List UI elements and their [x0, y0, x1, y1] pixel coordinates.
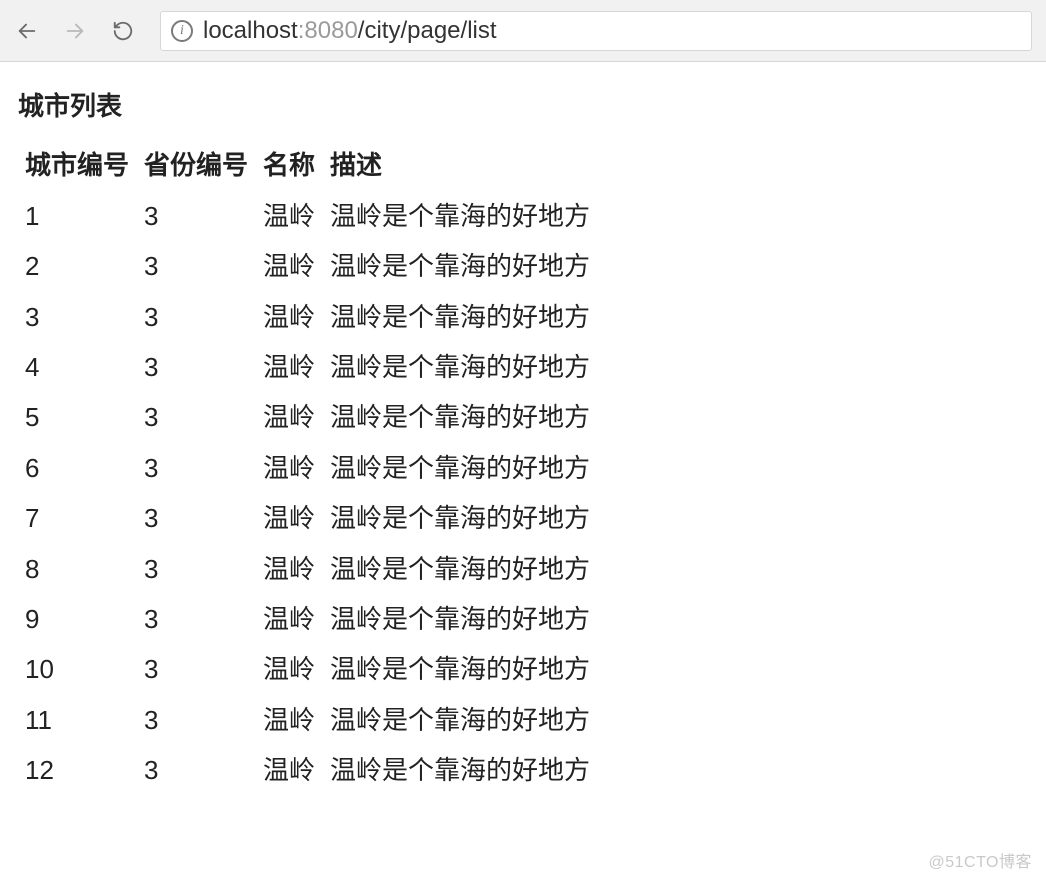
url-path: /city/page/list	[358, 17, 497, 44]
cell-province_id: 3	[143, 650, 256, 688]
cell-province_id: 3	[143, 751, 256, 789]
cell-city_id: 11	[24, 701, 137, 739]
cell-description: 温岭是个靠海的好地方	[329, 298, 598, 336]
table-row: 103温岭温岭是个靠海的好地方	[24, 650, 598, 688]
col-description: 描述	[329, 146, 598, 184]
table-row: 93温岭温岭是个靠海的好地方	[24, 600, 598, 638]
cell-name: 温岭	[262, 550, 323, 588]
info-glyph: i	[180, 23, 184, 39]
table-row: 63温岭温岭是个靠海的好地方	[24, 449, 598, 487]
table-row: 43温岭温岭是个靠海的好地方	[24, 348, 598, 386]
table-row: 13温岭温岭是个靠海的好地方	[24, 197, 598, 235]
col-name: 名称	[262, 146, 323, 184]
cell-description: 温岭是个靠海的好地方	[329, 650, 598, 688]
table-row: 53温岭温岭是个靠海的好地方	[24, 398, 598, 436]
arrow-right-icon	[64, 20, 86, 42]
cell-description: 温岭是个靠海的好地方	[329, 499, 598, 537]
watermark: @51CTO博客	[928, 848, 1032, 872]
cell-city_id: 1	[24, 197, 137, 235]
cell-name: 温岭	[262, 701, 323, 739]
url-host: localhost	[203, 17, 298, 44]
cell-description: 温岭是个靠海的好地方	[329, 398, 598, 436]
nav-buttons	[14, 18, 136, 44]
cell-name: 温岭	[262, 751, 323, 789]
cell-name: 温岭	[262, 398, 323, 436]
cell-name: 温岭	[262, 348, 323, 386]
site-info-icon[interactable]: i	[171, 20, 193, 42]
cell-name: 温岭	[262, 247, 323, 285]
table-row: 33温岭温岭是个靠海的好地方	[24, 298, 598, 336]
page-title: 城市列表	[18, 88, 1028, 124]
col-city-id: 城市编号	[24, 146, 137, 184]
reload-button[interactable]	[110, 18, 136, 44]
cell-description: 温岭是个靠海的好地方	[329, 550, 598, 588]
cell-description: 温岭是个靠海的好地方	[329, 449, 598, 487]
cell-province_id: 3	[143, 247, 256, 285]
cell-description: 温岭是个靠海的好地方	[329, 348, 598, 386]
cell-name: 温岭	[262, 197, 323, 235]
cell-name: 温岭	[262, 298, 323, 336]
url-text: localhost:8080/city/page/list	[203, 17, 497, 45]
cell-city_id: 3	[24, 298, 137, 336]
table-row: 83温岭温岭是个靠海的好地方	[24, 550, 598, 588]
cell-city_id: 2	[24, 247, 137, 285]
table-row: 113温岭温岭是个靠海的好地方	[24, 701, 598, 739]
cell-city_id: 6	[24, 449, 137, 487]
table-row: 123温岭温岭是个靠海的好地方	[24, 751, 598, 789]
cell-name: 温岭	[262, 650, 323, 688]
cell-province_id: 3	[143, 701, 256, 739]
cell-description: 温岭是个靠海的好地方	[329, 751, 598, 789]
table-row: 23温岭温岭是个靠海的好地方	[24, 247, 598, 285]
page-content: 城市列表 城市编号 省份编号 名称 描述 13温岭温岭是个靠海的好地方23温岭温…	[0, 62, 1046, 827]
forward-button[interactable]	[62, 18, 88, 44]
arrow-left-icon	[16, 20, 38, 42]
cell-city_id: 5	[24, 398, 137, 436]
cell-province_id: 3	[143, 449, 256, 487]
cell-city_id: 7	[24, 499, 137, 537]
address-bar[interactable]: i localhost:8080/city/page/list	[160, 11, 1032, 51]
cell-description: 温岭是个靠海的好地方	[329, 701, 598, 739]
cell-province_id: 3	[143, 197, 256, 235]
cell-city_id: 12	[24, 751, 137, 789]
cell-province_id: 3	[143, 398, 256, 436]
reload-icon	[112, 20, 134, 42]
cell-name: 温岭	[262, 499, 323, 537]
table-header-row: 城市编号 省份编号 名称 描述	[24, 146, 598, 184]
cell-province_id: 3	[143, 499, 256, 537]
cell-province_id: 3	[143, 348, 256, 386]
url-port: :8080	[298, 17, 358, 44]
cell-city_id: 10	[24, 650, 137, 688]
cell-city_id: 8	[24, 550, 137, 588]
cell-province_id: 3	[143, 600, 256, 638]
cell-province_id: 3	[143, 298, 256, 336]
table-row: 73温岭温岭是个靠海的好地方	[24, 499, 598, 537]
back-button[interactable]	[14, 18, 40, 44]
col-province-id: 省份编号	[143, 146, 256, 184]
browser-toolbar: i localhost:8080/city/page/list	[0, 0, 1046, 62]
city-table: 城市编号 省份编号 名称 描述 13温岭温岭是个靠海的好地方23温岭温岭是个靠海…	[18, 134, 604, 801]
cell-city_id: 4	[24, 348, 137, 386]
cell-province_id: 3	[143, 550, 256, 588]
cell-description: 温岭是个靠海的好地方	[329, 600, 598, 638]
cell-description: 温岭是个靠海的好地方	[329, 247, 598, 285]
cell-name: 温岭	[262, 449, 323, 487]
cell-description: 温岭是个靠海的好地方	[329, 197, 598, 235]
cell-name: 温岭	[262, 600, 323, 638]
cell-city_id: 9	[24, 600, 137, 638]
